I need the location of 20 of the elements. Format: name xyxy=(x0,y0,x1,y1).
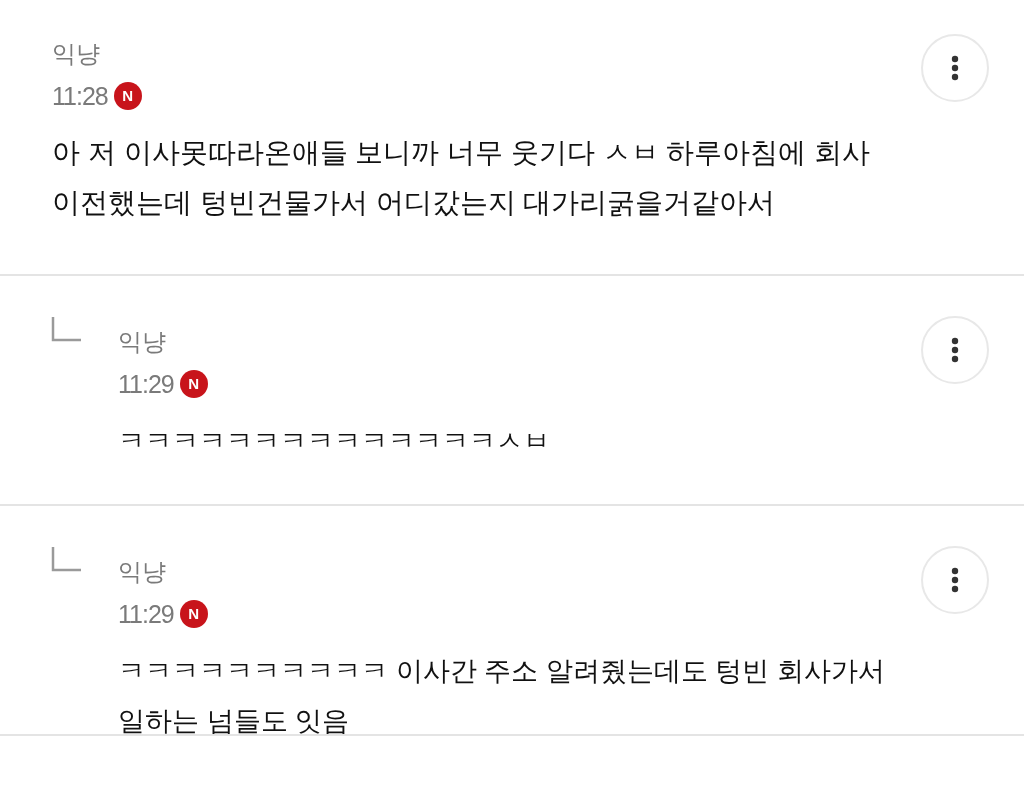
author-name: 익냥 xyxy=(118,557,166,587)
comment-text: ㅋㅋㅋㅋㅋㅋㅋㅋㅋㅋㅋㅋㅋㅋㅅㅂ xyxy=(118,425,551,458)
author-name: 익냥 xyxy=(52,39,100,69)
author-name: 익냥 xyxy=(118,327,166,357)
comment-time: 11:29 xyxy=(118,369,174,400)
new-badge: N xyxy=(179,600,208,628)
new-badge: N xyxy=(113,82,142,110)
more-vertical-icon xyxy=(951,337,959,363)
comment-text: ㅋㅋㅋㅋㅋㅋㅋㅋㅋㅋ 이사간 주소 알려줬는데도 텅빈 회사가서 일하는 넘들도 잇음 xyxy=(118,655,886,738)
more-options-button[interactable] xyxy=(921,34,989,102)
comment-time: 11:29 xyxy=(118,599,174,630)
new-badge: N xyxy=(179,370,208,398)
more-options-button[interactable] xyxy=(921,316,989,384)
comment-time: 11:28 xyxy=(52,81,108,112)
more-vertical-icon xyxy=(951,567,959,593)
reply-corner-icon xyxy=(50,316,82,344)
reply-corner-icon xyxy=(50,546,82,574)
more-vertical-icon xyxy=(951,55,959,81)
comment-text: 아 저 이사못따라온애들 보니까 너무 웃기다 ㅅㅂ 하루아침에 회사 이전했는데 텅빈건물가서 어디갔는지 대가리굵을거같아서 xyxy=(52,136,872,220)
more-options-button[interactable] xyxy=(921,546,989,614)
